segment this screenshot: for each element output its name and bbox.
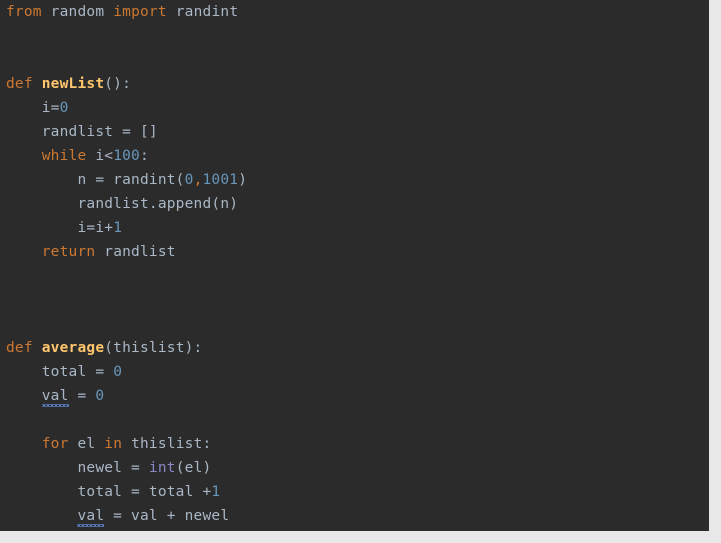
code-token: randlist = [] — [41, 124, 158, 140]
code-line[interactable]: newel = int(el) — [0, 456, 709, 480]
vertical-scrollbar-gutter[interactable] — [709, 0, 721, 531]
code-token: def — [6, 340, 33, 356]
code-line[interactable]: def average(thislist): — [0, 336, 709, 360]
code-line[interactable]: total = total +1 — [0, 480, 709, 504]
code-token: 0 — [184, 172, 194, 188]
code-line[interactable]: val = val + newel — [0, 504, 709, 528]
code-token: randlist — [95, 244, 176, 260]
code-token: in — [104, 436, 123, 452]
code-token: el — [68, 436, 105, 452]
code-line[interactable] — [0, 48, 709, 72]
code-token: 0 — [59, 100, 69, 116]
code-token: random — [50, 4, 105, 20]
code-line[interactable] — [0, 312, 709, 336]
code-line[interactable] — [0, 264, 709, 288]
horizontal-scrollbar-gutter[interactable] — [0, 531, 721, 543]
code-token: = val + newel — [104, 508, 230, 524]
code-line[interactable]: n = randint(0,1001) — [0, 168, 709, 192]
code-token: 1 — [211, 484, 221, 500]
code-token: int — [148, 460, 176, 476]
code-token: = — [68, 388, 96, 404]
code-token: newel = — [77, 460, 149, 476]
code-token: def — [6, 76, 33, 92]
code-token: average — [41, 340, 105, 356]
code-line[interactable]: while i<100: — [0, 144, 709, 168]
code-line[interactable]: val = 0 — [0, 384, 709, 408]
code-text-area[interactable]: from random import randint def newList()… — [0, 0, 709, 531]
code-token: 100 — [113, 148, 140, 164]
code-line[interactable] — [0, 288, 709, 312]
code-token: i= — [41, 100, 60, 116]
code-token: i=i+ — [77, 220, 114, 236]
code-token: 0 — [113, 364, 123, 380]
code-token: 1 — [113, 220, 123, 236]
code-token: newList — [41, 76, 105, 92]
code-token: val — [41, 384, 69, 408]
code-token: total = — [41, 364, 114, 380]
code-token: total = total + — [77, 484, 212, 500]
code-line[interactable]: for el in thislist: — [0, 432, 709, 456]
code-token: , — [193, 172, 203, 188]
code-line[interactable] — [0, 408, 709, 432]
code-token: : — [139, 148, 149, 164]
code-token: ) — [238, 172, 248, 188]
code-line[interactable] — [0, 24, 709, 48]
code-token: n = randint( — [77, 172, 185, 188]
code-token: (thislist): — [104, 340, 203, 356]
code-token: val — [77, 504, 104, 528]
code-line[interactable]: return randlist — [0, 240, 709, 264]
code-line[interactable]: i=i+1 — [0, 216, 709, 240]
scrollbar-corner — [709, 531, 721, 543]
code-token: i< — [86, 148, 114, 164]
code-token: return — [41, 244, 96, 260]
code-token: (el) — [175, 460, 212, 476]
code-editor-window: from random import randint def newList()… — [0, 0, 721, 543]
code-token: 1001 — [202, 172, 239, 188]
code-line[interactable]: total = 0 — [0, 360, 709, 384]
code-line[interactable]: def newList(): — [0, 72, 709, 96]
code-token: randint — [175, 4, 239, 20]
code-line[interactable]: i=0 — [0, 96, 709, 120]
code-line[interactable]: randlist = [] — [0, 120, 709, 144]
code-token: for — [41, 436, 69, 452]
code-token: import — [113, 4, 167, 20]
code-line[interactable]: from random import randint — [0, 0, 709, 24]
code-token: while — [41, 148, 87, 164]
code-token: (): — [104, 76, 132, 92]
code-token: from — [6, 4, 42, 20]
code-token: 0 — [95, 388, 105, 404]
code-token: thislist: — [122, 436, 212, 452]
code-token: randlist.append(n) — [77, 196, 239, 212]
code-line[interactable]: randlist.append(n) — [0, 192, 709, 216]
